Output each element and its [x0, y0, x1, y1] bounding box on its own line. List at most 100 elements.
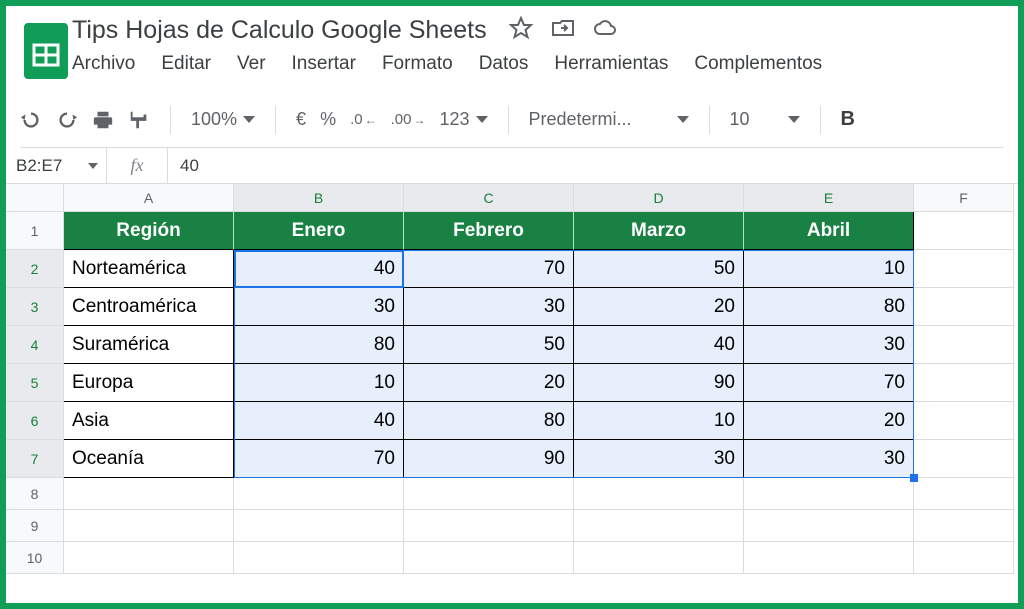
cell-a2[interactable]: Norteamérica [64, 250, 234, 288]
font-size-select[interactable]: 10 [730, 109, 800, 130]
col-header-a[interactable]: A [64, 184, 234, 212]
cell-a10[interactable] [64, 542, 234, 574]
row-header-1[interactable]: 1 [6, 212, 64, 250]
menu-formato[interactable]: Formato [382, 53, 453, 75]
cell-c7[interactable]: 90 [404, 440, 574, 478]
cell-f9[interactable] [914, 510, 1014, 542]
cell-f2[interactable] [914, 250, 1014, 288]
cell-a8[interactable] [64, 478, 234, 510]
cell-f1[interactable] [914, 212, 1014, 250]
cloud-status-icon[interactable] [593, 16, 617, 45]
bold-button[interactable]: B [841, 108, 855, 131]
row-header-3[interactable]: 3 [6, 288, 64, 326]
increase-decimal-button[interactable]: .00→ [391, 112, 426, 127]
row-header-7[interactable]: 7 [6, 440, 64, 478]
col-header-d[interactable]: D [574, 184, 744, 212]
row-header-4[interactable]: 4 [6, 326, 64, 364]
cell-d4[interactable]: 40 [574, 326, 744, 364]
row-header-5[interactable]: 5 [6, 364, 64, 402]
cell-e7[interactable]: 30 [744, 440, 914, 478]
cell-d9[interactable] [574, 510, 744, 542]
cell-b6[interactable]: 40 [234, 402, 404, 440]
cell-c6[interactable]: 80 [404, 402, 574, 440]
row-header-9[interactable]: 9 [6, 510, 64, 542]
cell-b9[interactable] [234, 510, 404, 542]
cell-c2[interactable]: 70 [404, 250, 574, 288]
cell-e2[interactable]: 10 [744, 250, 914, 288]
font-family-select[interactable]: Predetermi... [529, 109, 689, 130]
cell-a7[interactable]: Oceanía [64, 440, 234, 478]
row-header-10[interactable]: 10 [6, 542, 64, 574]
cell-a9[interactable] [64, 510, 234, 542]
cell-c4[interactable]: 50 [404, 326, 574, 364]
cell-e9[interactable] [744, 510, 914, 542]
print-button[interactable] [92, 109, 114, 131]
cell-c10[interactable] [404, 542, 574, 574]
cell-f4[interactable] [914, 326, 1014, 364]
cell-e4[interactable]: 30 [744, 326, 914, 364]
cell-b1[interactable]: Enero [234, 212, 404, 250]
cell-c9[interactable] [404, 510, 574, 542]
col-header-e[interactable]: E [744, 184, 914, 212]
menu-archivo[interactable]: Archivo [72, 53, 135, 75]
paint-format-button[interactable] [128, 109, 150, 131]
star-icon[interactable] [509, 16, 533, 45]
cell-b7[interactable]: 70 [234, 440, 404, 478]
cell-f3[interactable] [914, 288, 1014, 326]
selection-handle[interactable] [910, 474, 918, 482]
cell-b4[interactable]: 80 [234, 326, 404, 364]
cell-e10[interactable] [744, 542, 914, 574]
cell-c5[interactable]: 20 [404, 364, 574, 402]
undo-button[interactable] [20, 109, 42, 131]
row-header-6[interactable]: 6 [6, 402, 64, 440]
row-header-2[interactable]: 2 [6, 250, 64, 288]
cell-e1[interactable]: Abril [744, 212, 914, 250]
cell-d8[interactable] [574, 478, 744, 510]
move-icon[interactable] [551, 16, 575, 45]
cell-a6[interactable]: Asia [64, 402, 234, 440]
cell-b10[interactable] [234, 542, 404, 574]
cell-b8[interactable] [234, 478, 404, 510]
cell-d3[interactable]: 20 [574, 288, 744, 326]
menu-datos[interactable]: Datos [479, 53, 529, 75]
cell-a3[interactable]: Centroamérica [64, 288, 234, 326]
col-header-f[interactable]: F [914, 184, 1014, 212]
cell-f8[interactable] [914, 478, 1014, 510]
select-all-corner[interactable] [6, 184, 64, 212]
cell-c1[interactable]: Febrero [404, 212, 574, 250]
cell-e6[interactable]: 20 [744, 402, 914, 440]
cell-f10[interactable] [914, 542, 1014, 574]
cell-c8[interactable] [404, 478, 574, 510]
decrease-decimal-button[interactable]: .0← [350, 112, 377, 127]
spreadsheet-grid[interactable]: A B C D E F 1 Región Enero Febrero Marzo… [6, 184, 1018, 574]
formula-input[interactable]: 40 [168, 156, 199, 176]
cell-f7[interactable] [914, 440, 1014, 478]
cell-a5[interactable]: Europa [64, 364, 234, 402]
menu-ver[interactable]: Ver [237, 53, 266, 75]
cell-a1[interactable]: Región [64, 212, 234, 250]
cell-b3[interactable]: 30 [234, 288, 404, 326]
cell-b5[interactable]: 10 [234, 364, 404, 402]
menu-insertar[interactable]: Insertar [292, 53, 356, 75]
cell-d7[interactable]: 30 [574, 440, 744, 478]
cell-c3[interactable]: 30 [404, 288, 574, 326]
cell-f5[interactable] [914, 364, 1014, 402]
cell-a4[interactable]: Suramérica [64, 326, 234, 364]
format-currency-button[interactable]: € [296, 109, 306, 130]
cell-e8[interactable] [744, 478, 914, 510]
menu-herramientas[interactable]: Herramientas [554, 53, 668, 75]
row-header-8[interactable]: 8 [6, 478, 64, 510]
format-percent-button[interactable]: % [320, 109, 336, 130]
redo-button[interactable] [56, 109, 78, 131]
cell-e3[interactable]: 80 [744, 288, 914, 326]
number-format-select[interactable]: 123 [439, 109, 487, 130]
menu-editar[interactable]: Editar [161, 53, 211, 75]
zoom-select[interactable]: 100% [191, 109, 255, 130]
cell-d10[interactable] [574, 542, 744, 574]
name-box[interactable]: B2:E7 [6, 156, 106, 176]
menu-complementos[interactable]: Complementos [694, 53, 822, 75]
cell-d5[interactable]: 90 [574, 364, 744, 402]
cell-d1[interactable]: Marzo [574, 212, 744, 250]
col-header-b[interactable]: B [234, 184, 404, 212]
cell-b2[interactable]: 40 [234, 250, 404, 288]
